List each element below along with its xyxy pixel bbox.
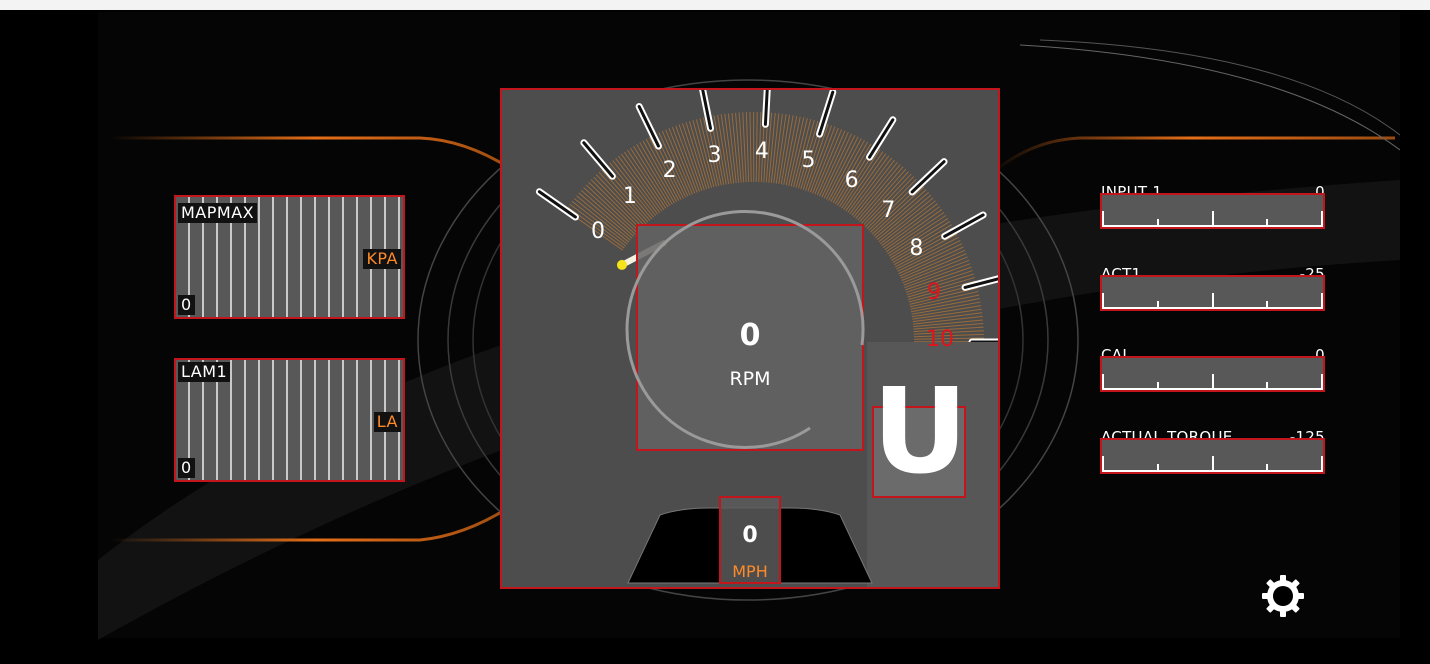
bar-tick (1156, 301, 1159, 309)
gear-value: U (872, 362, 968, 500)
bar-tick (1266, 301, 1269, 309)
mapmax-unit: KPA (363, 249, 401, 269)
bar-tick (1211, 456, 1214, 472)
gear-icon[interactable] (1260, 573, 1306, 619)
bar-tick (1102, 293, 1104, 309)
bar-tick (1321, 211, 1323, 227)
tach-major-tick-core (910, 160, 946, 194)
tach-tick-label: 4 (754, 139, 769, 165)
actual-torque-bar (1100, 438, 1325, 474)
bar-tick (1266, 219, 1269, 227)
rpm-value: 0 (739, 318, 761, 353)
bar-tick (1321, 374, 1323, 390)
bar-tick (1266, 464, 1269, 472)
rpm-label: RPM (729, 368, 771, 390)
lam1-label: LAM1 (178, 362, 231, 382)
cal-bar (1100, 356, 1325, 392)
bar-tick (1102, 374, 1104, 390)
bar-tick (1211, 374, 1214, 390)
bar-tick (1156, 464, 1159, 472)
speed-unit: MPH (732, 562, 768, 581)
input1-bar (1100, 193, 1325, 229)
dashboard-screen: MAPMAX KPA 0 LAM1 LA 0 0 1 2 3 4 5 6 7 8 9 10 (0, 0, 1430, 664)
tach-tick-label: 10 (926, 327, 954, 352)
tach-major-tick-core (868, 118, 895, 159)
speed-value: 0 (742, 523, 758, 548)
lam1-gauge: LAM1 LA 0 (174, 358, 405, 482)
tach-tick-label: 3 (707, 142, 722, 168)
bar-tick (1321, 293, 1323, 309)
bar-tick (1321, 456, 1323, 472)
act1-bar (1100, 275, 1325, 311)
lam1-unit: LA (373, 412, 401, 432)
bar-tick (1211, 211, 1214, 227)
tach-tick-label: 8 (909, 235, 924, 261)
mapmax-value: 0 (178, 295, 195, 315)
mapmax-label: MAPMAX (178, 203, 258, 223)
tach-major-tick-core (582, 141, 614, 178)
bar-tick (1156, 382, 1159, 390)
mapmax-gauge: MAPMAX KPA 0 (174, 195, 405, 319)
tach-tick-label: 2 (662, 158, 677, 184)
tach-tick-label: 9 (927, 279, 941, 305)
tach-major-tick-core (637, 105, 660, 148)
bar-tick (1156, 219, 1159, 227)
lam1-value: 0 (178, 458, 195, 478)
tach-tick-label: 5 (801, 147, 816, 173)
bar-tick (1102, 456, 1104, 472)
bar-tick (1266, 382, 1269, 390)
bar-tick (1102, 211, 1104, 227)
tach-tick-label: 6 (844, 167, 859, 193)
bar-tick (1211, 293, 1214, 309)
